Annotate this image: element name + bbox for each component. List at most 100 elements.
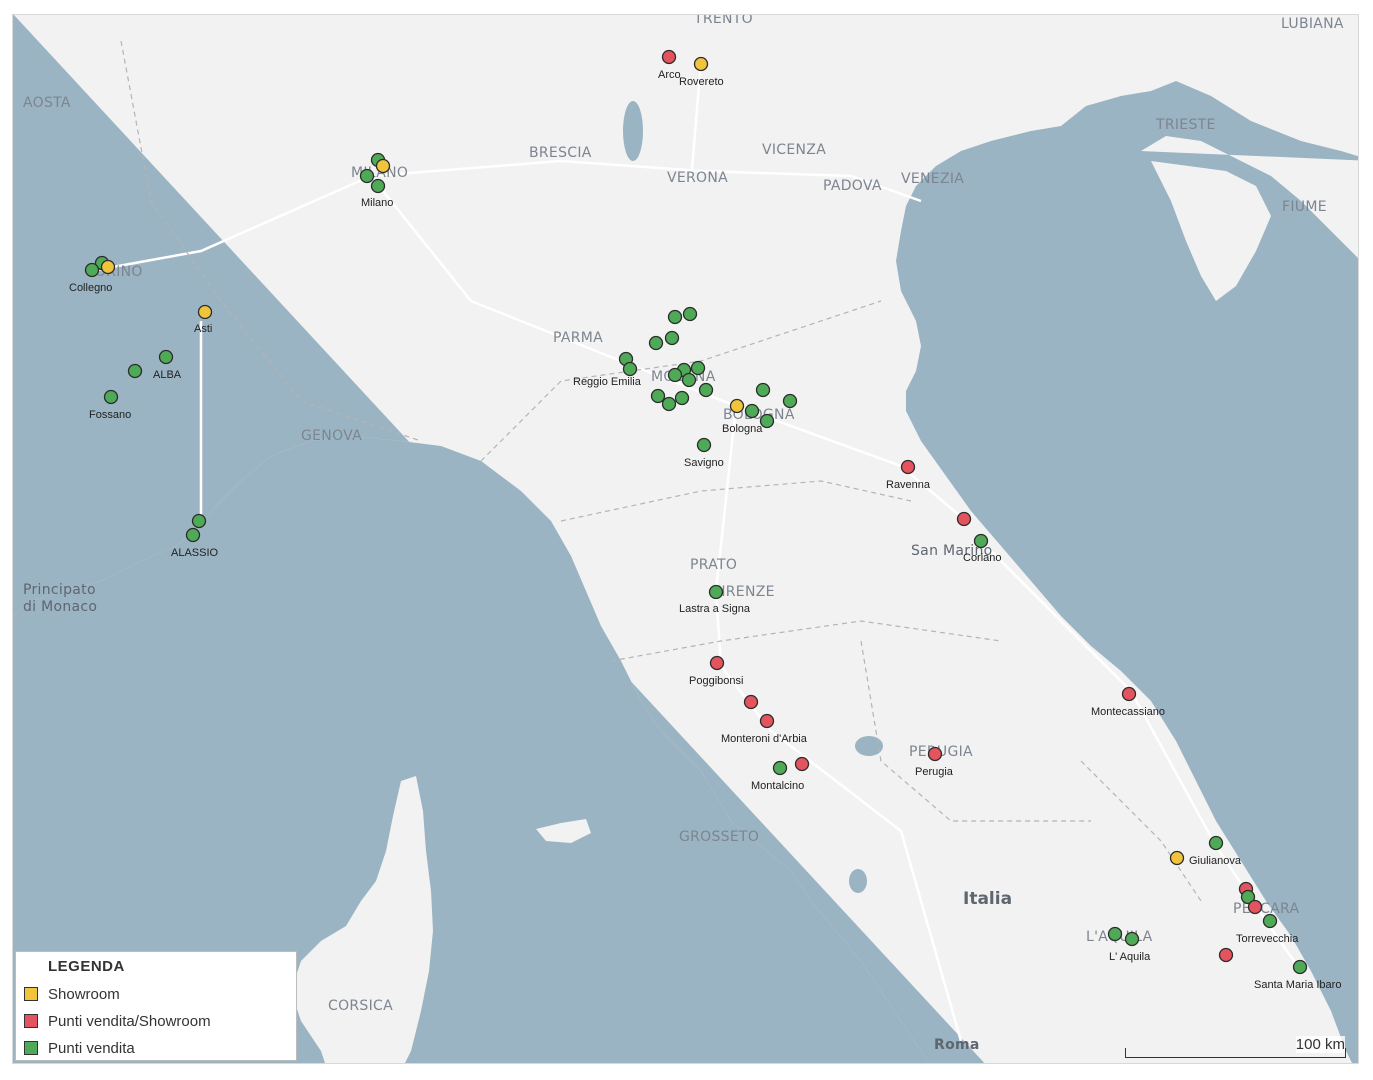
map-pin[interactable] [1121,686,1137,702]
map-pin[interactable] [696,437,712,453]
map-pin[interactable] [191,513,207,529]
legend-box: LEGENDA Showroom Punti vendita/Showroom … [15,951,297,1061]
map-pin[interactable] [100,259,116,275]
label-di-monaco: di Monaco [23,599,97,615]
city-poggibonsi: Poggibonsi [689,675,743,687]
map-canvas[interactable]: TRENTO LUBIANA AOSTA TRIESTE BRESCIA VIC… [13,15,1359,1064]
map-pin[interactable] [1292,959,1308,975]
city-arco: Arco [658,69,681,81]
map-pin[interactable] [667,309,683,325]
city-ravenna: Ravenna [886,479,931,491]
map-pin[interactable] [664,330,680,346]
label-parma: PARMA [553,330,603,346]
legend-swatch-punti-vendita-showroom [24,1014,38,1028]
city-lastra-a-signa: Lastra a Signa [679,603,751,615]
legend-item-punti-vendita: Punti vendita [24,1037,135,1059]
map-pin[interactable] [698,382,714,398]
map-pin[interactable] [359,168,375,184]
map-pin[interactable] [900,459,916,475]
city-alba: ALBA [153,369,182,381]
map-pin[interactable] [1247,899,1263,915]
map-pin[interactable] [127,363,143,379]
map-pin[interactable] [693,56,709,72]
legend-label-showroom: Showroom [48,985,120,1003]
map-pin[interactable] [84,262,100,278]
city-savigno: Savigno [684,457,724,469]
map-pin[interactable] [956,511,972,527]
label-fiume: FIUME [1282,199,1327,215]
city-santa-maria-ibaro: Santa Maria Ibaro [1254,979,1341,991]
city-milano: Milano [361,197,393,209]
map-pin[interactable] [744,403,760,419]
map-pin[interactable] [370,178,386,194]
map-pin[interactable] [755,382,771,398]
lake-bolsena [849,869,867,893]
city-montecassiano: Montecassiano [1091,706,1165,718]
map-pin[interactable] [690,360,706,376]
label-corsica: CORSICA [328,998,393,1014]
label-prato: PRATO [690,557,737,573]
legend-item-punti-vendita-showroom: Punti vendita/Showroom [24,1010,211,1032]
city-bologna: Bologna [722,423,763,435]
label-trieste: TRIESTE [1155,117,1216,133]
map-pin[interactable] [1124,931,1140,947]
label-grosseto: GROSSETO [679,829,759,845]
legend-label-punti-vendita-showroom: Punti vendita/Showroom [48,1012,211,1030]
city-perugia: Perugia [915,766,954,778]
label-genova: GENOVA [301,428,362,444]
map-pin[interactable] [1262,913,1278,929]
lake-garda [623,101,643,161]
map-pin[interactable] [375,158,391,174]
map-pin[interactable] [708,584,724,600]
city-fossano: Fossano [89,409,131,421]
map-pin[interactable] [681,372,697,388]
map-pin[interactable] [197,304,213,320]
map-pin[interactable] [158,349,174,365]
city-asti: Asti [194,323,212,335]
city-giulianova: Giulianova [1189,855,1242,867]
map-pin[interactable] [103,389,119,405]
map-pin[interactable] [782,393,798,409]
map-pin[interactable] [185,527,201,543]
city-rovereto: Rovereto [679,76,724,88]
map-pin[interactable] [1218,947,1234,963]
legend-swatch-showroom [24,987,38,1001]
label-padova: PADOVA [823,178,882,194]
map-pin[interactable] [794,756,810,772]
legend-label-punti-vendita: Punti vendita [48,1039,135,1057]
map-pin[interactable] [759,413,775,429]
map-view[interactable]: TRENTO LUBIANA AOSTA TRIESTE BRESCIA VIC… [12,14,1359,1064]
map-pin[interactable] [661,49,677,65]
city-coriano: Coriano [963,552,1002,564]
label-verona: VERONA [667,170,728,186]
lake-trasimeno [855,736,883,756]
label-venezia: VENEZIA [901,171,964,187]
map-pin[interactable] [648,335,664,351]
map-pin[interactable] [729,398,745,414]
map-pin[interactable] [1208,835,1224,851]
map-pin[interactable] [1169,850,1185,866]
city-montalcino: Montalcino [751,780,804,792]
map-pin[interactable] [650,388,666,404]
label-principato: Principato [23,582,96,598]
map-pin[interactable] [622,361,638,377]
map-pin[interactable] [743,694,759,710]
map-pin[interactable] [709,655,725,671]
city-collegno: Collegno [69,282,112,294]
label-roma: Roma [934,1037,980,1053]
legend-swatch-punti-vendita [24,1041,38,1055]
map-pin[interactable] [682,306,698,322]
legend-title: LEGENDA [48,958,125,975]
map-pin[interactable] [674,390,690,406]
map-pin[interactable] [973,533,989,549]
map-pin[interactable] [667,367,683,383]
map-pin[interactable] [927,746,943,762]
map-pin[interactable] [1107,926,1123,942]
map-pin[interactable] [759,713,775,729]
scale-bar: 100 km [1125,1036,1347,1058]
label-italia: Italia [963,889,1012,909]
map-pin[interactable] [661,396,677,412]
legend-item-showroom: Showroom [24,983,120,1005]
map-pin[interactable] [772,760,788,776]
label-vicenza: VICENZA [762,142,826,158]
